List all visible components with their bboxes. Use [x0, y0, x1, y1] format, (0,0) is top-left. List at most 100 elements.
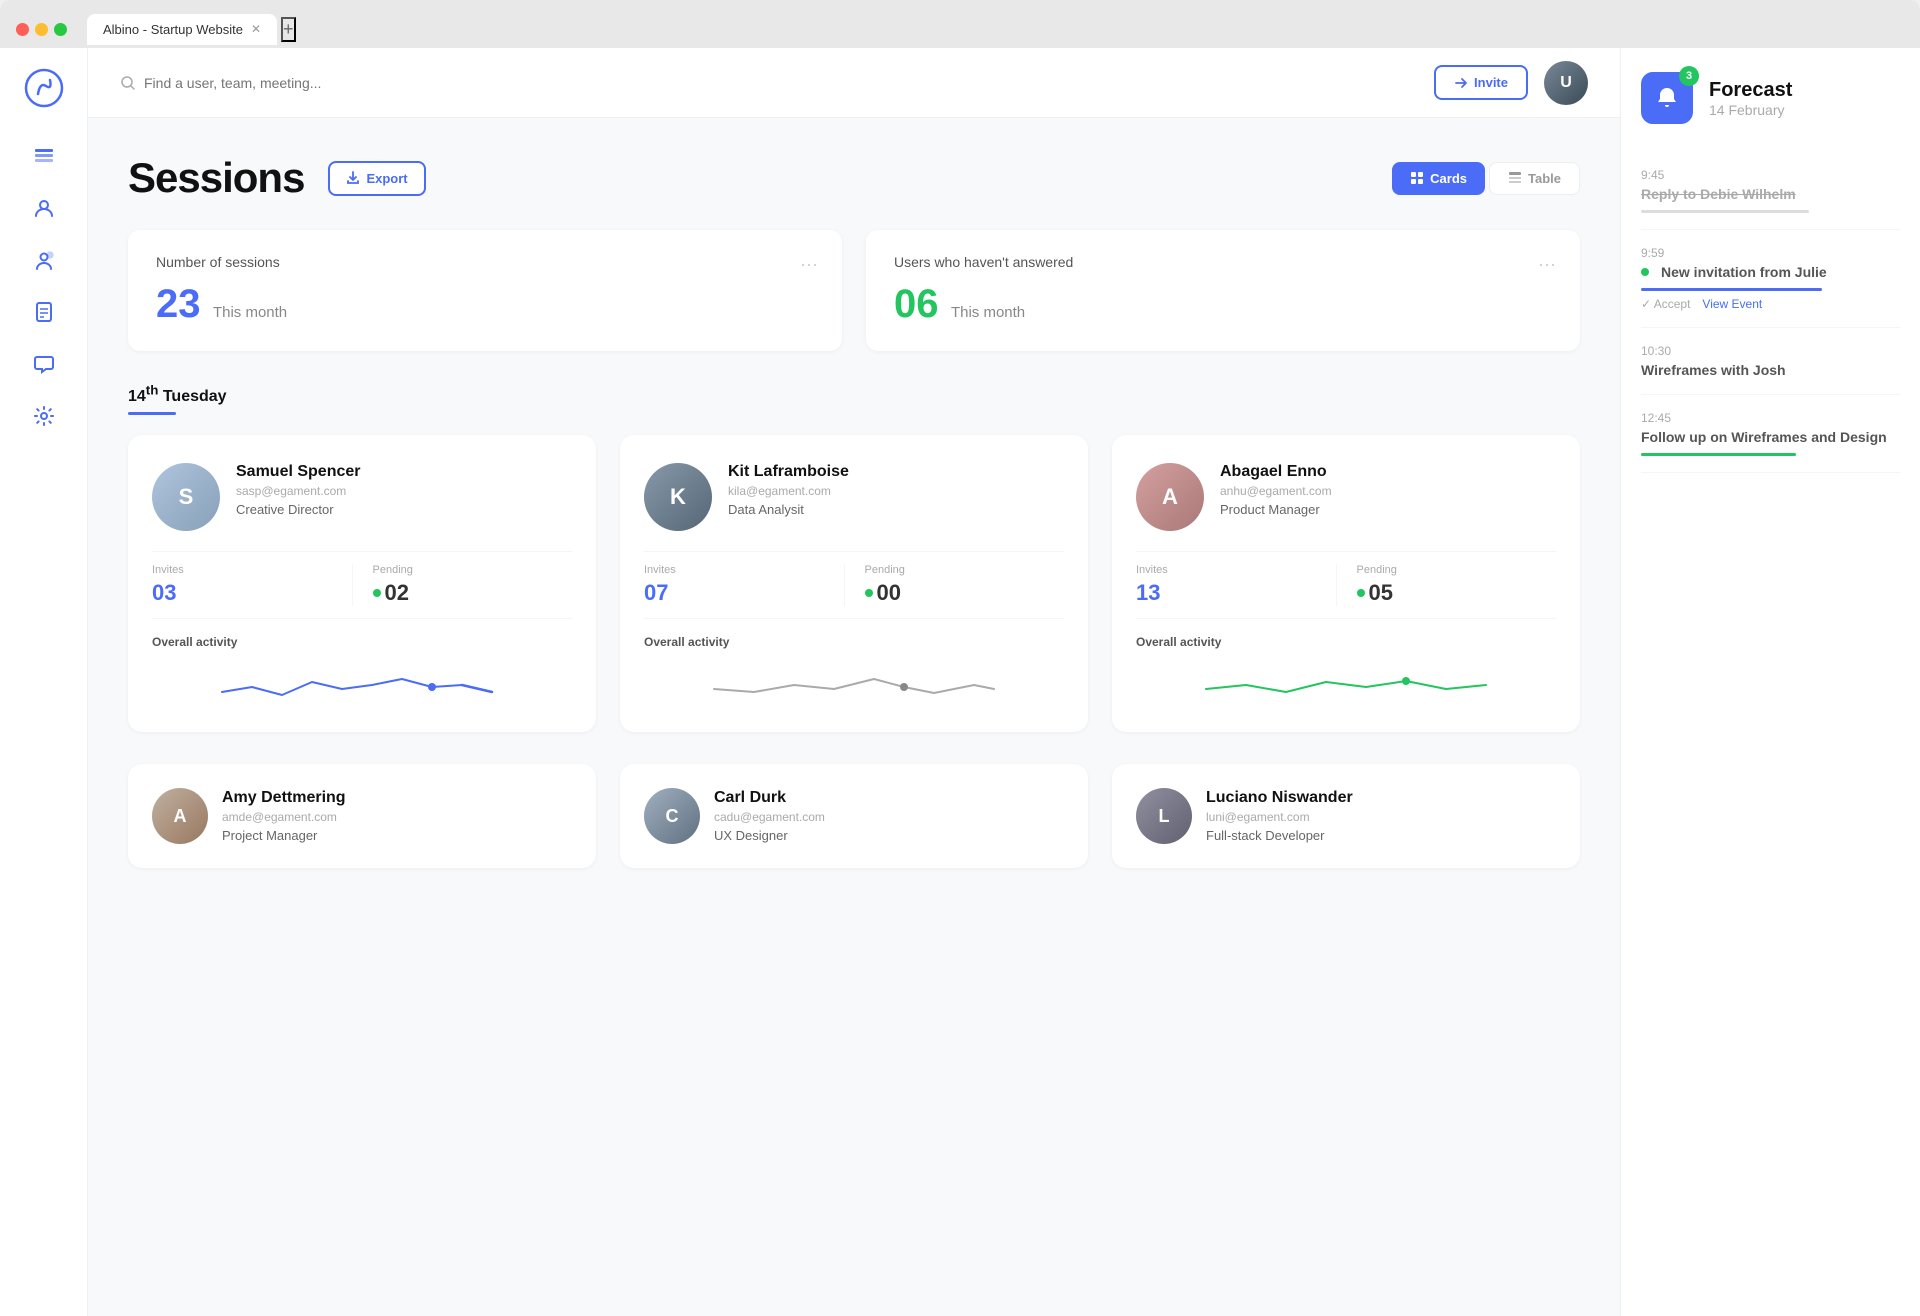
view-toggle: Cards Table [1392, 162, 1580, 195]
user-stats-samuel: Invites 03 Pending 02 [152, 551, 572, 619]
user-card-header-kit: K Kit Laframboise kila@egament.com Data … [644, 463, 1064, 531]
sidebar-item-settings[interactable] [32, 404, 56, 428]
minimize-dot[interactable] [35, 23, 48, 36]
table-view-button[interactable]: Table [1489, 162, 1580, 195]
sidebar-item-person[interactable] [32, 248, 56, 272]
user-avatar-header[interactable]: U [1544, 61, 1588, 105]
timeline-progress-959 [1641, 288, 1822, 291]
invites-value-abagael: 13 [1136, 580, 1336, 606]
user-info-amy: Amy Dettmering amde@egament.com Project … [222, 789, 346, 843]
activity-label-samuel: Overall activity [152, 635, 572, 649]
pending-value-samuel: 02 [373, 580, 573, 606]
sidebar [0, 48, 88, 1316]
invites-label-kit: Invites [644, 564, 844, 576]
unanswered-more-button[interactable]: ··· [1538, 254, 1556, 275]
export-icon [346, 171, 360, 185]
invites-samuel: Invites 03 [152, 564, 352, 606]
timeline-title-959: New invitation from Julie [1661, 264, 1827, 280]
user-card-kit: K Kit Laframboise kila@egament.com Data … [620, 435, 1088, 732]
pending-label-kit: Pending [865, 564, 1065, 576]
timeline-time-959: 9:59 [1641, 246, 1900, 260]
activity-chart-abagael [1136, 657, 1556, 707]
avatar-abagael: A [1136, 463, 1204, 531]
pending-value-kit: 00 [865, 580, 1065, 606]
tab-bar: Albino - Startup Website ✕ + [87, 14, 1904, 45]
pending-abagael: Pending 05 [1336, 564, 1557, 606]
activity-chart-samuel [152, 657, 572, 707]
pending-label: Pending [373, 564, 573, 576]
user-name-carl: Carl Durk [714, 789, 825, 807]
forecast-date: 14 February [1709, 102, 1792, 118]
avatar-samuel: S [152, 463, 220, 531]
page-title-row: Sessions Export [128, 154, 1580, 202]
invite-button[interactable]: Invite [1434, 65, 1528, 100]
unanswered-value: 06 [894, 282, 939, 327]
timeline-item-945: 9:45 Reply to Debie Wilhelm [1641, 152, 1900, 230]
traffic-lights [16, 23, 67, 36]
user-name-abagael: Abagael Enno [1220, 463, 1332, 481]
view-event-link[interactable]: View Event [1702, 297, 1762, 311]
content-wrapper: Invite U Sessions Export [88, 48, 1620, 1316]
timeline-actions-959: ✓ Accept View Event [1641, 297, 1900, 311]
green-dot-abagael [1357, 589, 1365, 597]
user-email-abagael: anhu@egament.com [1220, 484, 1332, 498]
user-name-samuel: Samuel Spencer [236, 463, 361, 481]
sidebar-item-users[interactable] [32, 196, 56, 220]
activity-label-kit: Overall activity [644, 635, 1064, 649]
app-container: Invite U Sessions Export [0, 48, 1920, 1316]
invite-icon [1454, 76, 1468, 90]
page-title: Sessions [128, 154, 304, 202]
invites-value-samuel: 03 [152, 580, 352, 606]
user-card-header-abagael: A Abagael Enno anhu@egament.com Product … [1136, 463, 1556, 531]
sessions-stat-card: Number of sessions ··· 23 This month [128, 230, 842, 351]
avatar-kit: K [644, 463, 712, 531]
header: Invite U [88, 48, 1620, 118]
right-panel: 3 Forecast 14 February 9:45 Reply to Deb… [1620, 48, 1920, 1316]
maximize-dot[interactable] [54, 23, 67, 36]
timeline-title-945: Reply to Debie Wilhelm [1641, 186, 1900, 202]
tab-close-button[interactable]: ✕ [251, 22, 261, 36]
user-info-samuel: Samuel Spencer sasp@egament.com Creative… [236, 463, 361, 517]
sidebar-item-chat[interactable] [32, 352, 56, 376]
user-card-carl: C Carl Durk cadu@egament.com UX Designer [620, 764, 1088, 868]
sidebar-item-layers[interactable] [32, 144, 56, 168]
timeline-item-1245: 12:45 Follow up on Wireframes and Design [1641, 395, 1900, 473]
accept-label[interactable]: ✓ Accept [1641, 297, 1690, 311]
invites-value-kit: 07 [644, 580, 844, 606]
user-role-amy: Project Manager [222, 828, 346, 843]
cards-view-button[interactable]: Cards [1392, 162, 1485, 195]
stats-row: Number of sessions ··· 23 This month Use… [128, 230, 1580, 351]
avatar-luciano: L [1136, 788, 1192, 844]
table-icon [1508, 171, 1522, 185]
user-name-kit: Kit Laframboise [728, 463, 849, 481]
sessions-more-button[interactable]: ··· [800, 254, 818, 275]
search-bar [120, 75, 1418, 91]
user-card-header-amy: A Amy Dettmering amde@egament.com Projec… [152, 788, 572, 844]
activity-chart-kit [644, 657, 1064, 707]
user-email-samuel: sasp@egament.com [236, 484, 361, 498]
invites-label: Invites [152, 564, 352, 576]
date-underline [128, 412, 176, 415]
browser-tab[interactable]: Albino - Startup Website ✕ [87, 14, 277, 45]
export-button[interactable]: Export [328, 161, 425, 196]
user-email-carl: cadu@egament.com [714, 810, 825, 824]
sidebar-item-document[interactable] [32, 300, 56, 324]
user-info-luciano: Luciano Niswander luni@egament.com Full-… [1206, 789, 1353, 843]
forecast-title-group: Forecast 14 February [1709, 79, 1792, 118]
pending-kit: Pending 00 [844, 564, 1065, 606]
green-dot-959 [1641, 268, 1649, 276]
user-info-kit: Kit Laframboise kila@egament.com Data An… [728, 463, 849, 517]
forecast-header: 3 Forecast 14 February [1641, 72, 1900, 124]
app-logo[interactable] [24, 68, 64, 108]
user-email-kit: kila@egament.com [728, 484, 849, 498]
user-role-carl: UX Designer [714, 828, 825, 843]
sessions-label: Number of sessions [156, 254, 814, 270]
bell-notification-icon[interactable]: 3 [1641, 72, 1693, 124]
user-card-header-carl: C Carl Durk cadu@egament.com UX Designer [644, 788, 1064, 844]
search-input[interactable] [144, 75, 444, 91]
new-tab-button[interactable]: + [281, 17, 296, 42]
user-role-samuel: Creative Director [236, 502, 361, 517]
close-dot[interactable] [16, 23, 29, 36]
main-content: Sessions Export [88, 118, 1620, 1316]
pending-value-abagael: 05 [1357, 580, 1557, 606]
